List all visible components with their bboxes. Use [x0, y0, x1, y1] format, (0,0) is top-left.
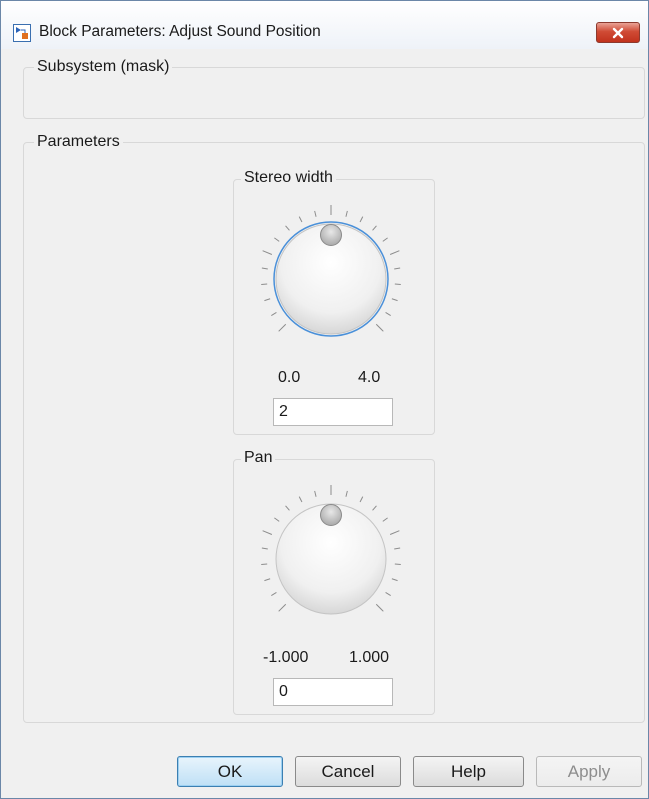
stereo-width-knob[interactable]	[253, 197, 415, 349]
knob-tick	[261, 547, 268, 550]
stereo-width-max-label: 4.0	[358, 369, 381, 386]
knob-tick	[264, 578, 271, 582]
parameters-title: Parameters	[34, 133, 123, 151]
pan-input[interactable]	[273, 678, 393, 706]
stereo-width-title: Stereo width	[241, 169, 336, 187]
pan-title: Pan	[241, 449, 276, 467]
knob-indicator	[320, 504, 342, 526]
knob-tick	[375, 603, 384, 612]
knob-tick	[375, 323, 384, 332]
knob-tick	[385, 312, 391, 316]
cancel-button[interactable]: Cancel	[295, 756, 401, 787]
help-button[interactable]: Help	[413, 756, 524, 787]
knob-tick	[389, 250, 400, 255]
knob-tick	[314, 490, 317, 497]
knob-tick	[382, 517, 388, 522]
knob-tick	[345, 210, 348, 217]
block-parameters-dialog: Block Parameters: Adjust Sound Position …	[0, 0, 649, 799]
knob-tick	[314, 210, 317, 217]
knob-tick	[278, 603, 287, 612]
knob-tick	[394, 547, 401, 550]
knob-tick	[278, 323, 287, 332]
stereo-width-input[interactable]	[273, 398, 393, 426]
knob-tick	[391, 298, 398, 302]
title-bar[interactable]: Block Parameters: Adjust Sound Position	[1, 1, 648, 49]
window-title: Block Parameters: Adjust Sound Position	[39, 23, 321, 40]
ok-button[interactable]: OK	[177, 756, 283, 787]
close-icon	[612, 27, 624, 38]
knob-tick	[285, 225, 290, 231]
knob-indicator	[320, 224, 342, 246]
pan-min-label: -1.000	[263, 649, 309, 666]
knob-tick	[271, 592, 277, 596]
stereo-width-min-label: 0.0	[278, 369, 301, 386]
knob-tick	[372, 225, 377, 231]
knob-tick	[274, 237, 280, 242]
knob-tick	[298, 496, 303, 503]
knob-tick	[274, 517, 280, 522]
knob-tick	[394, 267, 401, 270]
knob-tick	[298, 216, 303, 223]
knob-tick	[345, 490, 348, 497]
knob-tick	[271, 312, 277, 316]
knob-tick	[359, 496, 364, 503]
knob-tick	[262, 250, 273, 255]
close-button[interactable]	[596, 22, 640, 43]
knob-tick	[385, 592, 391, 596]
knob-tick	[391, 578, 398, 582]
knob-tick	[285, 505, 290, 511]
knob-tick	[389, 530, 400, 535]
pan-max-label: 1.000	[349, 649, 390, 666]
simulink-block-icon	[13, 24, 31, 42]
knob-tick	[382, 237, 388, 242]
apply-button[interactable]: Apply	[536, 756, 642, 787]
knob-tick	[262, 530, 273, 535]
pan-knob[interactable]	[253, 477, 415, 629]
knob-tick	[261, 267, 268, 270]
knob-tick	[372, 505, 377, 511]
knob-tick	[264, 298, 271, 302]
subsystem-mask-title: Subsystem (mask)	[34, 58, 173, 76]
knob-tick	[359, 216, 364, 223]
